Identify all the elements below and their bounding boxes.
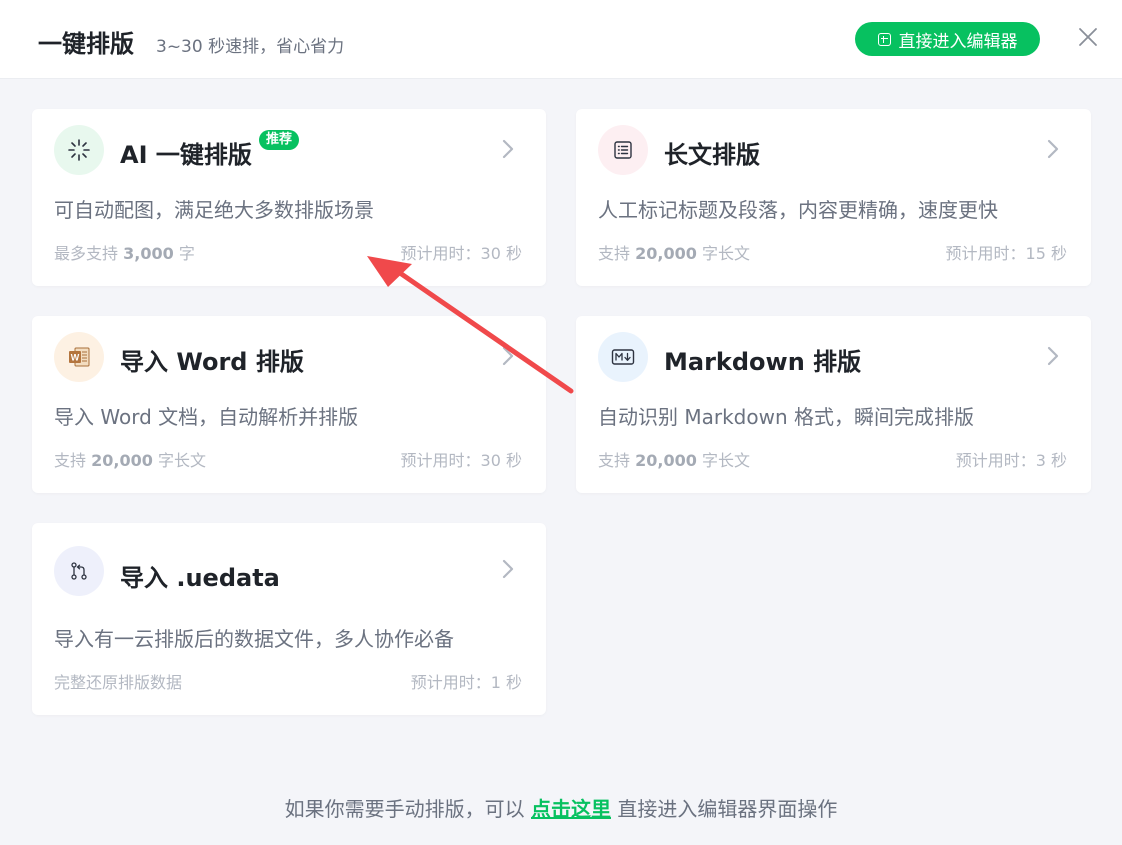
markdown-icon	[598, 332, 648, 382]
card-description: 导入有一云排版后的数据文件，多人协作必备	[54, 627, 454, 651]
dialog-title: 一键排版	[38, 30, 134, 58]
chevron-right-icon	[502, 346, 514, 366]
manual-layout-link[interactable]: 点击这里	[531, 797, 611, 821]
card-eta: 预计用时：30 秒	[400, 244, 522, 263]
card-title: AI 一键排版	[120, 141, 252, 169]
dialog-header: 一键排版 3~30 秒速排，省心省力 直接进入编辑器	[0, 0, 1122, 79]
enter-editor-button[interactable]: 直接进入编辑器	[855, 22, 1040, 56]
card-limit: 支持 20,000 字长文	[598, 451, 750, 470]
card-long-text-layout[interactable]: 长文排版 人工标记标题及段落，内容更精确，速度更快 支持 20,000 字长文 …	[576, 109, 1091, 286]
word-file-icon: W	[54, 332, 104, 382]
ai-sparkle-icon	[54, 125, 104, 175]
manual-layout-hint: 如果你需要手动排版，可以 点击这里 直接进入编辑器界面操作	[284, 797, 838, 821]
card-description: 可自动配图，满足绝大多数排版场景	[54, 198, 374, 222]
add-box-icon	[877, 32, 891, 46]
svg-text:W: W	[71, 353, 80, 363]
data-branch-icon	[54, 546, 104, 596]
card-limit: 最多支持 3,000 字	[54, 244, 195, 263]
enter-editor-label: 直接进入编辑器	[898, 31, 1018, 52]
dialog-subtitle: 3~30 秒速排，省心省力	[156, 37, 345, 57]
close-icon[interactable]	[1076, 25, 1100, 49]
card-markdown-layout[interactable]: Markdown 排版 自动识别 Markdown 格式，瞬间完成排版 支持 2…	[576, 316, 1091, 493]
card-limit: 支持 20,000 字长文	[598, 244, 750, 263]
card-title: 导入 .uedata	[120, 564, 280, 592]
card-import-uedata[interactable]: 导入 .uedata 导入有一云排版后的数据文件，多人协作必备 完整还原排版数据…	[32, 523, 546, 715]
card-description: 导入 Word 文档，自动解析并排版	[54, 405, 359, 429]
chevron-right-icon	[1047, 346, 1059, 366]
card-title: 长文排版	[664, 141, 760, 169]
card-eta: 预计用时：1 秒	[410, 673, 522, 692]
list-document-icon	[598, 125, 648, 175]
card-eta: 预计用时：15 秒	[945, 244, 1067, 263]
chevron-right-icon	[502, 559, 514, 579]
chevron-right-icon	[502, 139, 514, 159]
card-title: 导入 Word 排版	[120, 348, 304, 376]
card-ai-layout[interactable]: AI 一键排版 推荐 可自动配图，满足绝大多数排版场景 最多支持 3,000 字…	[32, 109, 546, 286]
recommend-badge: 推荐	[259, 130, 300, 150]
card-eta: 预计用时：30 秒	[400, 451, 522, 470]
card-description: 自动识别 Markdown 格式，瞬间完成排版	[598, 405, 974, 429]
card-description: 人工标记标题及段落，内容更精确，速度更快	[598, 198, 998, 222]
chevron-right-icon	[1047, 139, 1059, 159]
card-eta: 预计用时：3 秒	[955, 451, 1067, 470]
card-title: Markdown 排版	[664, 348, 862, 376]
card-limit: 完整还原排版数据	[54, 673, 183, 692]
card-import-word[interactable]: W 导入 Word 排版 导入 Word 文档，自动解析并排版 支持 20,00…	[32, 316, 546, 493]
card-limit: 支持 20,000 字长文	[54, 451, 206, 470]
